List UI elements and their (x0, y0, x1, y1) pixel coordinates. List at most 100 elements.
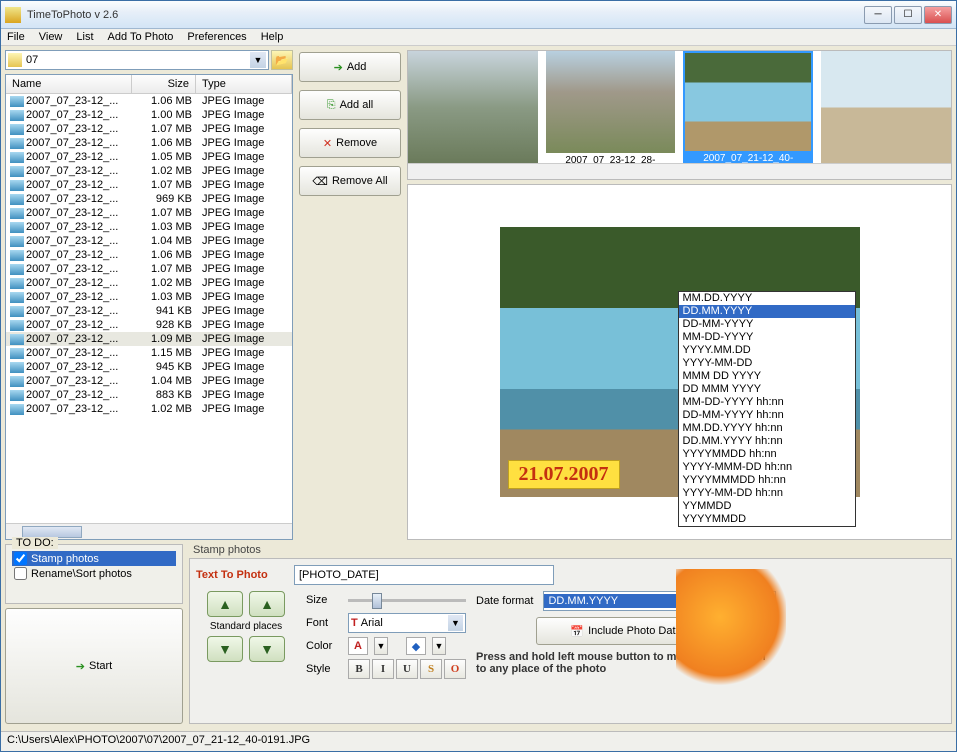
date-format-option[interactable]: MM-DD-YYYY (679, 331, 855, 344)
date-format-option[interactable]: YYMMDD (679, 500, 855, 513)
folder-up-button[interactable]: 📂 (271, 50, 293, 70)
rename-sort-checkbox[interactable]: Rename\Sort photos (12, 566, 176, 581)
file-row[interactable]: 2007_07_23-12_...941 KBJPEG Image (6, 304, 292, 318)
date-format-option[interactable]: MM.DD.YYYY hh:nn (679, 422, 855, 435)
date-format-option[interactable]: DD.MM.YYYY (679, 305, 855, 318)
style-b-button[interactable]: B (348, 659, 370, 679)
maximize-button[interactable]: ☐ (894, 6, 922, 24)
date-format-option[interactable]: YYYY.MM.DD (679, 344, 855, 357)
add-button[interactable]: ➔Add (299, 52, 401, 82)
date-format-option[interactable]: YYYY-MM-DD hh:nn (679, 487, 855, 500)
date-format-option[interactable]: MMM DD YYYY (679, 370, 855, 383)
file-row[interactable]: 2007_07_23-12_...1.06 MBJPEG Image (6, 248, 292, 262)
date-format-option[interactable]: DD-MM-YYYY hh:nn (679, 409, 855, 422)
file-row[interactable]: 2007_07_23-12_...1.04 MBJPEG Image (6, 234, 292, 248)
file-row[interactable]: 2007_07_23-12_...928 KBJPEG Image (6, 318, 292, 332)
date-format-dropdown-list[interactable]: MM.DD.YYYYDD.MM.YYYYDD-MM-YYYYMM-DD-YYYY… (678, 291, 856, 527)
start-button[interactable]: ➔Start (5, 608, 183, 724)
place-up-left-button[interactable]: ▲ (207, 591, 243, 617)
date-format-option[interactable]: DD.MM.YYYY hh:nn (679, 435, 855, 448)
file-row[interactable]: 2007_07_23-12_...1.03 MBJPEG Image (6, 220, 292, 234)
minimize-button[interactable]: ─ (864, 6, 892, 24)
bg-color-button[interactable]: ◆ (406, 637, 426, 655)
file-row[interactable]: 2007_07_23-12_...1.02 MBJPEG Image (6, 402, 292, 416)
date-format-option[interactable]: YYYYMMMDD hh:nn (679, 474, 855, 487)
menu-file[interactable]: File (7, 31, 25, 43)
text-color-dropdown[interactable]: ▼ (374, 637, 388, 655)
date-format-option[interactable]: YYYYMMDD (679, 513, 855, 526)
file-row[interactable]: 2007_07_23-12_...1.05 MBJPEG Image (6, 150, 292, 164)
file-row[interactable]: 2007_07_23-12_...1.07 MBJPEG Image (6, 206, 292, 220)
date-format-option[interactable]: MM.DD.YYYY (679, 292, 855, 305)
file-row[interactable]: 2007_07_23-12_...1.07 MBJPEG Image (6, 262, 292, 276)
text-color-button[interactable]: A (348, 637, 368, 655)
file-row[interactable]: 2007_07_23-12_...969 KBJPEG Image (6, 192, 292, 206)
file-row[interactable]: 2007_07_23-12_...1.09 MBJPEG Image (6, 332, 292, 346)
thumbnail-image (408, 51, 538, 164)
date-format-option[interactable]: DD-MM-YYYY (679, 318, 855, 331)
date-format-option[interactable]: YYYY-MMM-DD hh:nn (679, 461, 855, 474)
remove-all-button[interactable]: ⌫Remove All (299, 166, 401, 196)
remove-button[interactable]: ✕Remove (299, 128, 401, 158)
image-file-icon (10, 138, 24, 149)
date-format-option[interactable]: DD MMM YYYY (679, 383, 855, 396)
preview-panel[interactable]: 21.07.2007 MM.DD.YYYYDD.MM.YYYYDD-MM-YYY… (407, 184, 952, 540)
file-row[interactable]: 2007_07_23-12_...1.04 MBJPEG Image (6, 374, 292, 388)
calendar-icon: 📅 (570, 625, 584, 638)
image-file-icon (10, 166, 24, 177)
style-o-button[interactable]: O (444, 659, 466, 679)
date-format-option[interactable]: YYYY-MM-DD (679, 357, 855, 370)
thumbnail-item[interactable]: 2007_07_18 (821, 51, 951, 179)
thumbnail-item[interactable]: 2007_07_23-12_28-0286.JPG (546, 51, 676, 179)
file-row[interactable]: 2007_07_23-12_...1.15 MBJPEG Image (6, 346, 292, 360)
chevron-down-icon[interactable]: ▼ (448, 615, 463, 631)
file-row[interactable]: 2007_07_23-12_...1.03 MBJPEG Image (6, 290, 292, 304)
place-down-left-button[interactable]: ▼ (207, 636, 243, 662)
file-row[interactable]: 2007_07_23-12_...1.00 MBJPEG Image (6, 108, 292, 122)
image-file-icon (10, 250, 24, 261)
add-all-button[interactable]: ⎘Add all (299, 90, 401, 120)
date-format-option[interactable]: MM-DD-YYYY hh:nn (679, 396, 855, 409)
place-down-right-button[interactable]: ▼ (249, 636, 285, 662)
place-up-right-button[interactable]: ▲ (249, 591, 285, 617)
image-file-icon (10, 306, 24, 317)
file-row[interactable]: 2007_07_23-12_...945 KBJPEG Image (6, 360, 292, 374)
menu-add-to-photo[interactable]: Add To Photo (108, 31, 174, 43)
font-select[interactable]: T Arial▼ (348, 613, 466, 633)
col-type-header[interactable]: Type (196, 75, 292, 93)
thumbnail-item[interactable]: -12_26-0284.JPG (408, 51, 538, 179)
menu-preferences[interactable]: Preferences (187, 31, 246, 43)
chevron-down-icon[interactable]: ▼ (250, 52, 266, 68)
style-s-button[interactable]: S (420, 659, 442, 679)
size-slider[interactable] (348, 591, 466, 609)
style-u-button[interactable]: U (396, 659, 418, 679)
close-button[interactable]: ✕ (924, 6, 952, 24)
menu-view[interactable]: View (39, 31, 63, 43)
text-to-photo-input[interactable]: [PHOTO_DATE] (294, 565, 554, 585)
file-row[interactable]: 2007_07_23-12_...883 KBJPEG Image (6, 388, 292, 402)
image-file-icon (10, 124, 24, 135)
folder-combo[interactable]: 07 ▼ (5, 50, 269, 70)
file-row[interactable]: 2007_07_23-12_...1.06 MBJPEG Image (6, 136, 292, 150)
file-row[interactable]: 2007_07_23-12_...1.07 MBJPEG Image (6, 122, 292, 136)
stamp-photos-checkbox[interactable]: Stamp photos (12, 551, 176, 566)
date-stamp-overlay[interactable]: 21.07.2007 (508, 460, 620, 489)
file-row[interactable]: 2007_07_23-12_...1.06 MBJPEG Image (6, 94, 292, 108)
style-i-button[interactable]: I (372, 659, 394, 679)
thumbnail-item[interactable]: 2007_07_21-12_40-0191.JPG (683, 51, 813, 179)
image-file-icon (10, 320, 24, 331)
thumb-scrollbar[interactable] (408, 163, 951, 179)
image-file-icon (10, 348, 24, 359)
file-row[interactable]: 2007_07_23-12_...1.07 MBJPEG Image (6, 178, 292, 192)
file-row[interactable]: 2007_07_23-12_...1.02 MBJPEG Image (6, 164, 292, 178)
date-format-option[interactable]: YYYYMMDD hh:nn (679, 448, 855, 461)
todo-title: TO DO: (12, 537, 58, 549)
file-row[interactable]: 2007_07_23-12_...1.02 MBJPEG Image (6, 276, 292, 290)
image-file-icon (10, 264, 24, 275)
col-name-header[interactable]: Name (6, 75, 132, 93)
bg-color-dropdown[interactable]: ▼ (432, 637, 446, 655)
menu-list[interactable]: List (76, 31, 93, 43)
menu-help[interactable]: Help (261, 31, 284, 43)
image-file-icon (10, 222, 24, 233)
col-size-header[interactable]: Size (132, 75, 196, 93)
